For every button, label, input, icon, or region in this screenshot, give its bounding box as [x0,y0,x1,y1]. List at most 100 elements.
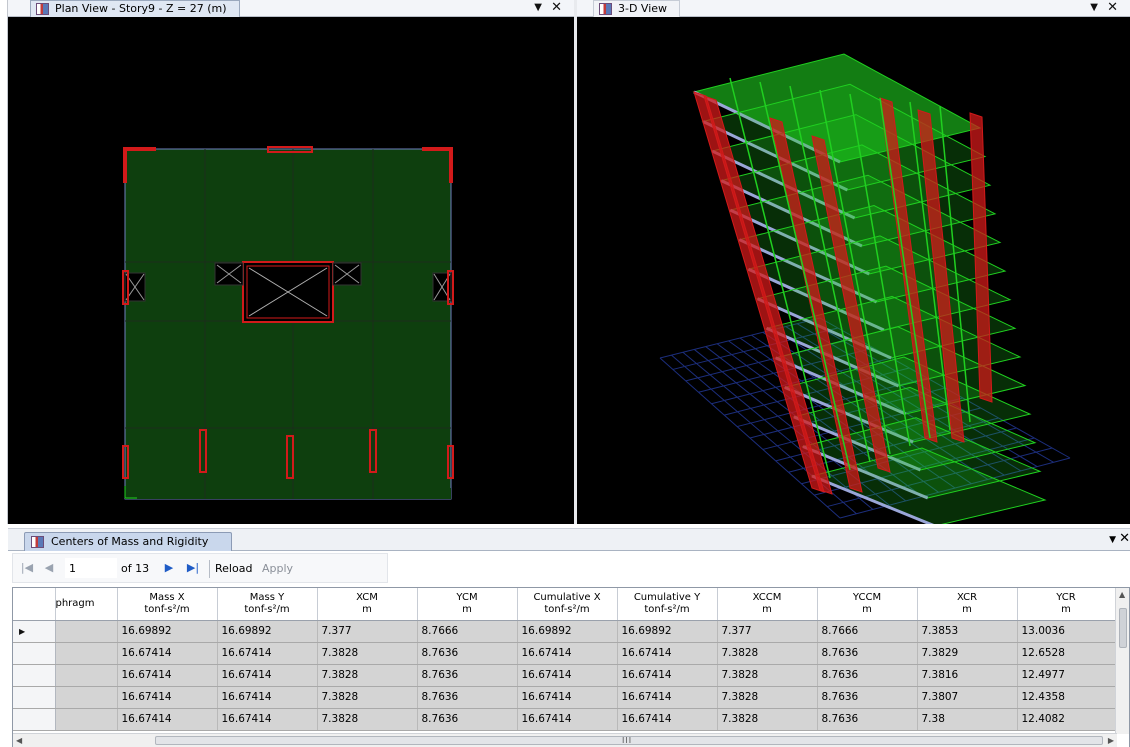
vertical-scroll-thumb[interactable] [1119,608,1127,648]
table-cell[interactable] [55,664,118,687]
last-page-icon[interactable]: ▶| [185,560,201,576]
column-header[interactable]: Mass Xtonf-s²/m [117,588,218,621]
reload-button[interactable]: Reload [215,562,252,575]
table-cell[interactable]: 8.7636 [817,708,918,731]
chevron-down-icon[interactable]: ▼ [1109,535,1116,545]
table-cell[interactable]: 7.3828 [717,708,818,731]
next-page-icon[interactable]: ▶ [161,560,177,576]
table-cell[interactable]: 8.7636 [417,642,518,665]
table-cell[interactable]: 16.67414 [117,664,218,687]
table-cell[interactable]: 7.3828 [317,642,418,665]
column-header[interactable]: Cumulative Ytonf-s²/m [617,588,718,621]
table-cell[interactable]: 12.6528 [1017,642,1116,665]
table-row[interactable]: 16.67414 16.67414 7.3828 8.7636 16.67414 16.6… [13,664,1116,687]
table-cell[interactable]: 7.3828 [317,664,418,687]
scroll-up-icon[interactable]: ▲ [1119,590,1125,599]
table-cell[interactable]: 7.377 [317,620,418,643]
table-cell[interactable]: 7.38 [917,708,1018,731]
table-cell[interactable]: 8.7636 [817,686,918,709]
table-cell[interactable]: 8.7666 [817,620,918,643]
table-row[interactable]: 16.6989216.698927.3778.766616.6989216.69… [13,620,1116,643]
table-cell[interactable]: 7.3828 [717,642,818,665]
table-cell[interactable]: 16.67414 [517,686,618,709]
column-header[interactable]: YCCM m [817,588,918,621]
table-cell[interactable]: 8.7636 [417,708,518,731]
scroll-left-icon[interactable]: ◀ [16,736,22,745]
table-cell[interactable]: 16.69892 [117,620,218,643]
table-cell[interactable]: 16.67414 [117,708,218,731]
table-cell[interactable]: 16.67414 [217,642,318,665]
table-cell[interactable]: 7.377 [717,620,818,643]
horizontal-scroll-thumb[interactable]: III [155,736,1103,745]
table-cell[interactable]: 16.69892 [217,620,318,643]
table-row[interactable]: 16.67414 16.67414 7.3828 8.7636 16.67414 16.6… [13,708,1116,731]
table-cell[interactable]: 8.7636 [817,642,918,665]
table-cell[interactable]: 12.4977 [1017,664,1116,687]
row-selector[interactable] [13,708,56,731]
tab-3d-view[interactable]: 3-D View [593,0,681,17]
table-cell[interactable] [55,620,118,643]
table-cell[interactable]: 16.69892 [517,620,618,643]
table-cell[interactable] [55,642,118,665]
table-cell[interactable]: 16.67414 [617,686,718,709]
column-header[interactable]: phragm [55,588,118,621]
table-row[interactable]: 16.67414 16.67414 7.3828 8.7636 16.67414 16.6… [13,686,1116,709]
plan-view-pane[interactable]: Plan View - Story9 - Z = 27 (m) ▼ ✕ [8,0,574,524]
column-header[interactable]: YCR m [1017,588,1116,621]
table-cell[interactable]: 8.7636 [417,664,518,687]
table-cell[interactable]: 7.3828 [317,686,418,709]
close-icon[interactable]: ✕ [551,0,562,16]
row-selector[interactable] [13,664,56,687]
table-cell[interactable]: 16.67414 [617,664,718,687]
tab-centers-of-mass[interactable]: Centers of Mass and Rigidity [24,532,232,551]
data-grid[interactable]: phragm Mass Xtonf-s²/m Mass Ytonf-s²/m XCM m… [12,587,1130,747]
apply-button[interactable]: Apply [262,562,293,575]
column-header[interactable]: XCR m [917,588,1018,621]
column-header[interactable]: XCM m [317,588,418,621]
table-cell[interactable]: 16.67414 [217,686,318,709]
vertical-scrollbar[interactable]: ▲ [1115,588,1129,734]
table-cell[interactable]: 8.7636 [417,686,518,709]
close-icon[interactable]: ✕ [1107,0,1118,16]
close-icon[interactable]: ✕ [1119,531,1130,546]
table-cell[interactable]: 16.67414 [617,642,718,665]
table-row[interactable]: 16.67414 16.67414 7.3828 8.7636 16.67414 16.6… [13,642,1116,665]
row-selector[interactable] [13,642,56,665]
table-cell[interactable]: 16.69892 [617,620,718,643]
row-selector[interactable] [13,620,56,643]
horizontal-scrollbar[interactable]: ◀ III ▶ [13,733,1117,747]
table-cell[interactable]: 7.3853 [917,620,1018,643]
column-header[interactable]: Mass Ytonf-s²/m [217,588,318,621]
page-number-input[interactable] [65,558,117,578]
table-cell[interactable]: 16.67414 [617,708,718,731]
3d-view-canvas[interactable] [580,18,1130,524]
row-selector[interactable] [13,686,56,709]
table-cell[interactable]: 8.7666 [417,620,518,643]
table-cell[interactable]: 16.67414 [217,664,318,687]
chevron-down-icon[interactable]: ▼ [534,0,542,16]
first-page-icon[interactable]: |◀ [19,560,35,576]
previous-page-icon[interactable]: ◀ [41,560,57,576]
table-cell[interactable] [55,708,118,731]
table-cell[interactable]: 16.67414 [517,708,618,731]
table-cell[interactable]: 16.67414 [117,642,218,665]
table-cell[interactable]: 13.0036 [1017,620,1116,643]
3d-view-pane[interactable]: 3-D View ▼ ✕ [577,0,1130,524]
chevron-down-icon[interactable]: ▼ [1090,0,1098,16]
table-cell[interactable]: 8.7636 [817,664,918,687]
table-cell[interactable]: 7.3816 [917,664,1018,687]
column-header[interactable]: YCM m [417,588,518,621]
plan-view-canvas[interactable] [11,18,574,524]
column-header[interactable]: XCCM m [717,588,818,621]
table-cell[interactable]: 7.3828 [717,664,818,687]
table-cell[interactable]: 7.3829 [917,642,1018,665]
scroll-right-icon[interactable]: ▶ [1108,736,1114,745]
table-cell[interactable]: 12.4358 [1017,686,1116,709]
table-cell[interactable]: 7.3828 [317,708,418,731]
table-cell[interactable]: 7.3828 [717,686,818,709]
table-cell[interactable]: 12.4082 [1017,708,1116,731]
table-cell[interactable]: 16.67414 [517,642,618,665]
table-cell[interactable]: 16.67414 [117,686,218,709]
table-cell[interactable]: 16.67414 [217,708,318,731]
tab-plan-view[interactable]: Plan View - Story9 - Z = 27 (m) [30,0,240,17]
